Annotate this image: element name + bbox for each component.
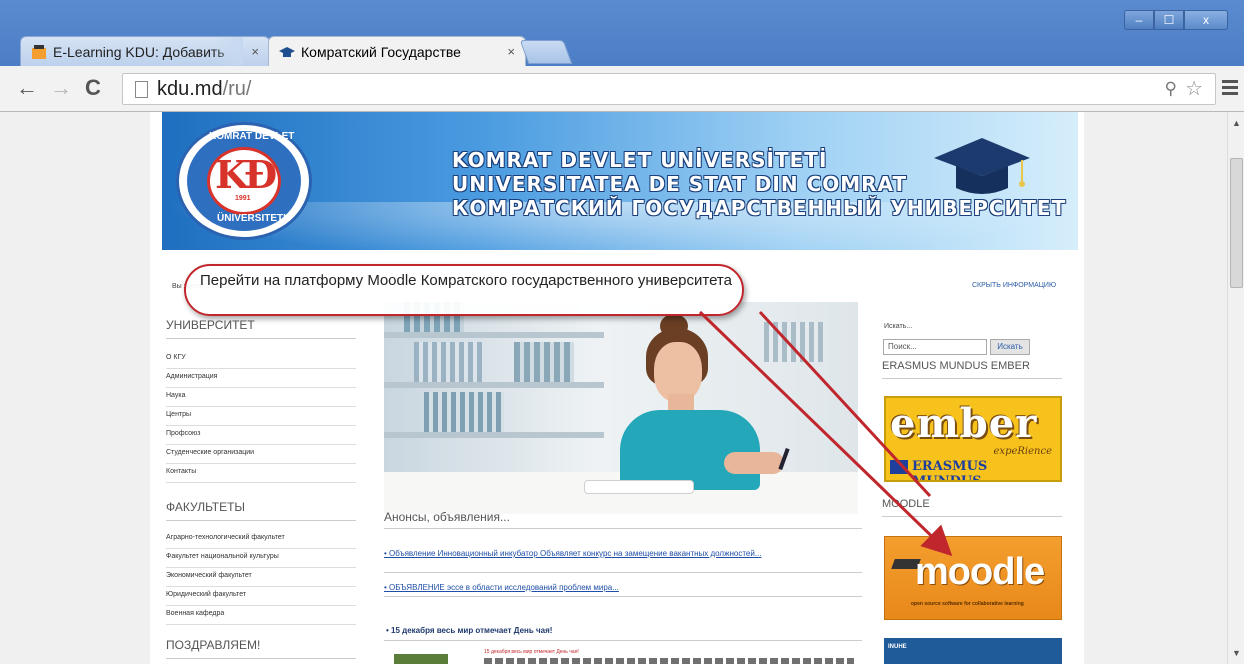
window-titlebar: – ☐ x E-Learning KDU: Добавить × Комратс… — [0, 0, 1244, 74]
scroll-up-icon[interactable]: ▲ — [1232, 118, 1241, 128]
sidebar-item-economics[interactable]: Экономический факультет — [166, 568, 356, 587]
banner-title-tr: KOMRAT DEVLET UNİVERSİTETİ — [452, 148, 828, 172]
callout-text: Перейти на платформу Moodle Комратского … — [200, 272, 732, 289]
search-input[interactable]: Поиск... — [883, 339, 987, 355]
web-page: KOMRAT DEVLET KĐ 1991 ÜNIVERSITETI KOMRA… — [150, 112, 1084, 664]
close-window-button[interactable]: x — [1184, 10, 1228, 30]
address-bar[interactable]: kdu.md/ru/ ⚲ ☆ — [122, 73, 1216, 105]
header-banner: KOMRAT DEVLET KĐ 1991 ÜNIVERSITETI KOMRA… — [162, 112, 1078, 250]
graduation-cap-favicon-icon — [279, 47, 295, 57]
student-photo — [384, 302, 858, 514]
search-button[interactable]: Искать — [990, 339, 1030, 355]
sidebar-item-about[interactable]: О КГУ — [166, 350, 356, 369]
tab-close-icon[interactable]: × — [251, 37, 259, 66]
back-arrow-icon[interactable]: ← — [14, 76, 40, 102]
sidebar-item-centers[interactable]: Центры — [166, 407, 356, 426]
sidebar-item-national-culture[interactable]: Факультет национальной культуры — [166, 549, 356, 568]
forward-arrow-icon[interactable]: → — [48, 76, 74, 102]
url-text[interactable]: kdu.md/ru/ — [157, 78, 252, 101]
zoom-icon[interactable]: ⚲ — [1165, 79, 1177, 99]
tea-text-preview — [484, 658, 854, 664]
hide-info-link[interactable]: СКРЫТЬ ИНФОРМАЦИЮ — [972, 282, 1056, 289]
tab-title: Комратский Государстве — [301, 44, 461, 60]
moodle-callout: Перейти на платформу Moodle Комратского … — [184, 264, 744, 316]
erasmus-ember-banner[interactable]: ember expeRience ERASMUS MUNDUS — [884, 396, 1062, 482]
sidebar-item-contacts[interactable]: Контакты — [166, 464, 356, 483]
erasmus-heading: ERASMUS MUNDUS EMBER — [882, 360, 1062, 379]
minimize-button[interactable]: – — [1124, 10, 1154, 30]
scroll-down-icon[interactable]: ▼ — [1232, 648, 1241, 658]
university-heading: УНИВЕРСИТЕТ — [166, 318, 356, 339]
moodle-banner[interactable]: moodle open source software for collabor… — [884, 536, 1062, 620]
sidebar-item-union[interactable]: Профсоюз — [166, 426, 356, 445]
new-tab-button[interactable] — [519, 40, 573, 64]
sidebar-item-military[interactable]: Военная кафедра — [166, 606, 356, 625]
sidebar-item-science[interactable]: Наука — [166, 388, 356, 407]
browser-toolbar: ← → C kdu.md/ru/ ⚲ ☆ — [0, 66, 1244, 112]
announcements-heading: Анонсы, объявления... — [384, 510, 862, 529]
reload-icon[interactable]: C — [80, 76, 106, 102]
eu-flag-icon — [890, 460, 908, 474]
news-link[interactable]: • ОБЪЯВЛЕНИЕ эссе в области исследований… — [384, 582, 824, 593]
tab-kdu[interactable]: Комратский Государстве × — [268, 36, 526, 66]
moodle-heading: MOODLE — [882, 498, 1062, 517]
congrats-heading: ПОЗДРАВЛЯЕМ! — [166, 638, 356, 659]
moodle-favicon-icon — [32, 45, 46, 59]
tab-close-icon[interactable]: × — [507, 37, 515, 66]
tea-day-subtitle: 15 декабря весь мир отмечает День чая! — [484, 649, 579, 655]
search-label: Искать... — [884, 323, 913, 330]
partner-banner[interactable]: INUHE — [884, 638, 1062, 664]
sidebar-item-administration[interactable]: Администрация — [166, 369, 356, 388]
tea-thumbnail[interactable] — [394, 654, 448, 664]
news-link[interactable]: • Объявление Инновационный инкубатор Объ… — [384, 548, 824, 559]
faculties-heading: ФАКУЛЬТЕТЫ — [166, 500, 356, 521]
sidebar-item-law[interactable]: Юридический факультет — [166, 587, 356, 606]
banner-title-ro: UNIVERSITATEA DE STAT DIN COMRAT — [452, 172, 908, 196]
bookmark-star-icon[interactable]: ☆ — [1185, 76, 1203, 101]
sidebar-item-student-orgs[interactable]: Студенческие организации — [166, 445, 356, 464]
page-viewport: KOMRAT DEVLET KĐ 1991 ÜNIVERSITETI KOMRA… — [0, 112, 1244, 664]
sidebar-item-agro[interactable]: Аграрно-технологический факультет — [166, 530, 356, 549]
page-icon — [135, 81, 148, 98]
vertical-scrollbar[interactable]: ▲ ▼ — [1227, 112, 1244, 664]
maximize-button[interactable]: ☐ — [1154, 10, 1184, 30]
menu-icon[interactable] — [1222, 80, 1238, 98]
scrollbar-thumb[interactable] — [1230, 158, 1243, 288]
tab-title: E-Learning KDU: Добавить — [53, 44, 225, 60]
graduation-cap-icon — [934, 138, 1030, 194]
university-logo[interactable]: KOMRAT DEVLET KĐ 1991 ÜNIVERSITETI — [176, 122, 312, 240]
tea-day-heading[interactable]: • 15 декабря весь мир отмечает День чая! — [386, 626, 552, 635]
tab-elearning[interactable]: E-Learning KDU: Добавить × — [20, 36, 270, 66]
